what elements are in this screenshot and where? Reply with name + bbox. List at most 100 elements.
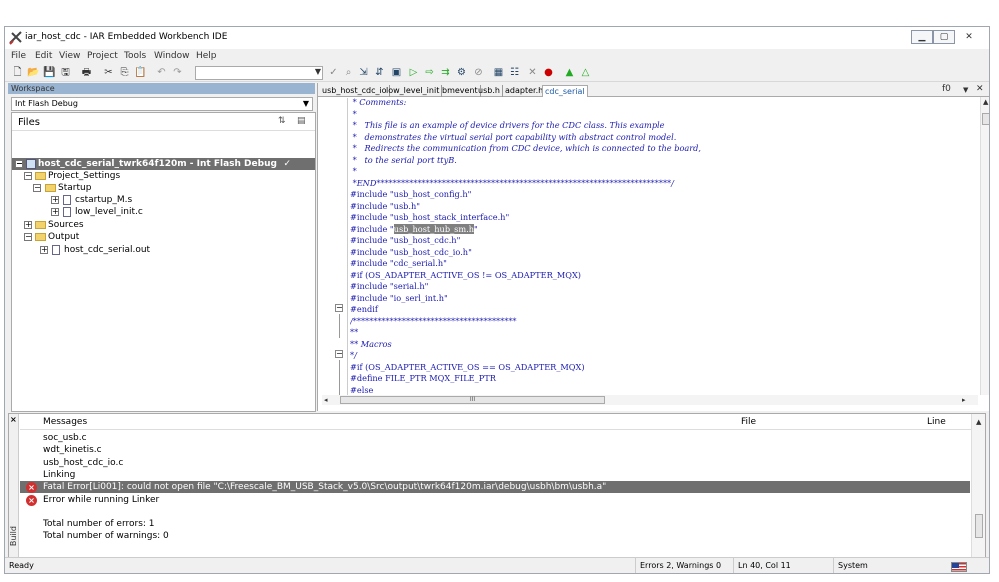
- configuration-select[interactable]: Int Flash Debug ▼: [11, 97, 313, 111]
- scroll-thumb[interactable]: III: [340, 396, 605, 404]
- tree-item-project-settings[interactable]: − Project_Settings: [12, 170, 315, 182]
- find-combo[interactable]: ▼: [195, 66, 323, 80]
- fold-icon[interactable]: −: [335, 350, 343, 358]
- cut-icon[interactable]: ✂: [102, 66, 115, 79]
- remove-breakpoint-icon[interactable]: ✕: [526, 66, 539, 79]
- menu-view[interactable]: View: [59, 51, 80, 61]
- menu-window[interactable]: Window: [154, 51, 190, 61]
- breakpoint-list-icon[interactable]: ▦: [492, 66, 505, 79]
- build-tab-label[interactable]: Build: [9, 526, 19, 546]
- collapse-icon[interactable]: −: [24, 233, 32, 241]
- editor-horizontal-scrollbar[interactable]: ◂ III ▸: [322, 395, 978, 405]
- find-icon[interactable]: ⌕: [342, 66, 355, 79]
- message-row[interactable]: usb_host_cdc_io.c: [20, 457, 970, 469]
- save-icon[interactable]: 💾: [43, 66, 56, 79]
- find-next-icon[interactable]: ⇲: [357, 66, 370, 79]
- watch-icon[interactable]: ☷: [508, 66, 521, 79]
- make-icon[interactable]: ⇨: [423, 66, 436, 79]
- undo-icon[interactable]: ↶: [155, 66, 168, 79]
- tree-item-output[interactable]: − Output: [12, 231, 315, 243]
- close-button[interactable]: ✕: [957, 30, 981, 44]
- make-all-icon[interactable]: ⇉: [439, 66, 452, 79]
- tree-item-sources[interactable]: + Sources: [12, 219, 315, 231]
- redo-icon[interactable]: ↷: [171, 66, 184, 79]
- menu-tools[interactable]: Tools: [124, 51, 146, 61]
- expand-icon[interactable]: +: [40, 246, 48, 254]
- fold-icon[interactable]: −: [335, 304, 343, 312]
- replace-icon[interactable]: ⇵: [373, 66, 386, 79]
- message-row[interactable]: Linking: [20, 469, 970, 481]
- collapse-icon[interactable]: −: [15, 160, 23, 168]
- function-combo[interactable]: f0: [942, 84, 951, 94]
- build-vertical-scrollbar[interactable]: ▲: [971, 414, 985, 557]
- expand-icon[interactable]: +: [51, 208, 59, 216]
- message-row[interactable]: × Fatal Error[Li001]: could not open file…: [20, 481, 970, 494]
- collapse-icon[interactable]: −: [24, 172, 32, 180]
- code-text-area[interactable]: * Comments: * * This file is an example …: [350, 97, 978, 395]
- debug-without-download-icon[interactable]: △: [579, 66, 592, 79]
- debug-icon[interactable]: ⚙: [455, 66, 468, 79]
- scroll-up-icon[interactable]: ▲: [983, 98, 988, 106]
- scroll-right-icon[interactable]: ▸: [962, 396, 966, 404]
- language-flag-icon[interactable]: [951, 562, 967, 572]
- scroll-thumb[interactable]: [982, 113, 989, 125]
- message-row[interactable]: × Error while running Linker: [20, 494, 970, 506]
- chevron-down-icon[interactable]: ▼: [303, 98, 309, 110]
- toggle-breakpoint-icon[interactable]: ●: [542, 66, 555, 79]
- menu-help[interactable]: Help: [196, 51, 217, 61]
- tab-adapter-h[interactable]: adapter.h: [503, 85, 547, 97]
- message-row[interactable]: Total number of errors: 1: [20, 518, 970, 530]
- chevron-down-icon[interactable]: ▼: [963, 86, 968, 94]
- expand-icon[interactable]: +: [51, 196, 59, 204]
- menu-project[interactable]: Project: [87, 51, 118, 61]
- messages-column-header[interactable]: Messages: [43, 414, 87, 430]
- open-folder-icon[interactable]: 📂: [27, 66, 40, 79]
- new-file-icon[interactable]: 🗋: [11, 66, 24, 79]
- scroll-left-icon[interactable]: ◂: [324, 396, 328, 404]
- toggle-bookmark-icon[interactable]: ✓: [327, 66, 340, 79]
- tab-usb-host-cdc-io[interactable]: usb_host_cdc_io: [320, 85, 390, 97]
- paste-icon[interactable]: 📋: [134, 66, 147, 79]
- code-line: * to the serial port ttyB.: [350, 154, 457, 165]
- line-column-header[interactable]: Line: [927, 414, 946, 430]
- sort-icon[interactable]: ⇅: [278, 116, 286, 126]
- download-debug-icon[interactable]: ▲: [563, 66, 576, 79]
- message-row[interactable]: soc_usb.c: [20, 432, 970, 444]
- tab-cdc-serial[interactable]: cdc_serial: [542, 85, 588, 97]
- print-icon[interactable]: 🖶: [80, 66, 93, 79]
- tree-item-low-level-init[interactable]: + low_level_init.c: [12, 206, 315, 218]
- chevron-down-icon[interactable]: ▼: [315, 67, 321, 76]
- code-line: #define FILE_PTR MQX_FILE_PTR: [350, 373, 496, 383]
- tab-bmevent[interactable]: bmevent: [440, 85, 481, 97]
- columns-icon[interactable]: ▤: [297, 116, 306, 126]
- close-editor-icon[interactable]: ✕: [976, 84, 984, 94]
- file-column-header[interactable]: File: [741, 414, 756, 430]
- copy-icon[interactable]: ⎘: [118, 66, 131, 79]
- scroll-up-icon[interactable]: ▲: [976, 418, 981, 426]
- scroll-thumb[interactable]: [975, 514, 983, 538]
- goto-icon[interactable]: ▣: [390, 66, 403, 79]
- minimize-button[interactable]: ▁: [911, 30, 933, 44]
- tree-item-project[interactable]: − host_cdc_serial_twrk64f120m - Int Flas…: [12, 158, 315, 170]
- editor-vertical-scrollbar[interactable]: ▲: [980, 97, 989, 395]
- message-row[interactable]: Total number of warnings: 0: [20, 530, 970, 542]
- restore-button[interactable]: ▢: [933, 30, 955, 44]
- collapse-icon[interactable]: −: [33, 184, 41, 192]
- code-line: #include "cdc_serial.h": [350, 258, 447, 268]
- message-row[interactable]: [20, 506, 970, 518]
- expand-icon[interactable]: +: [24, 221, 32, 229]
- compile-icon[interactable]: ▷: [407, 66, 420, 79]
- stop-build-icon[interactable]: ⊘: [472, 66, 485, 79]
- menu-file[interactable]: File: [11, 51, 26, 61]
- tab-low-level-init[interactable]: low_level_init: [384, 85, 443, 97]
- menu-edit[interactable]: Edit: [35, 51, 52, 61]
- code-line: * Comments:: [350, 97, 407, 107]
- tree-item-cstartup[interactable]: + cstartup_M.s: [12, 194, 315, 206]
- message-row[interactable]: wdt_kinetis.c: [20, 444, 970, 456]
- tree-item-startup[interactable]: − Startup: [12, 182, 315, 194]
- save-all-icon[interactable]: 🖫: [59, 66, 72, 79]
- tree-item-output-file[interactable]: + host_cdc_serial.out: [12, 244, 315, 256]
- close-icon[interactable]: ×: [10, 415, 17, 424]
- status-cursor-position: Ln 40, Col 11: [733, 558, 833, 573]
- tab-usb-h[interactable]: usb.h: [476, 85, 503, 97]
